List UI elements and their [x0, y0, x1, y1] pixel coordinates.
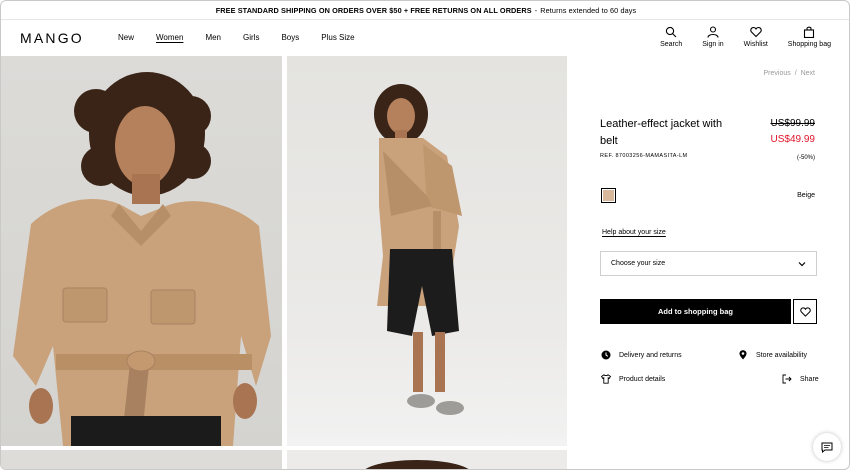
product-details-label: Product details [619, 375, 666, 383]
user-icon [707, 26, 719, 38]
add-to-wishlist-button[interactable] [793, 299, 817, 324]
site-header: MANGO New Women Men Girls Boys Plus Size… [1, 20, 849, 56]
announcement-extra: Returns extended to 60 days [540, 5, 637, 15]
main-nav: New Women Men Girls Boys Plus Size [118, 33, 377, 42]
tshirt-icon [601, 374, 611, 384]
header-utilities: Search Sign in Wishlist Shopping bag [640, 26, 831, 48]
chat-button[interactable] [813, 433, 841, 461]
discount-badge: (-50%) [796, 155, 815, 161]
heart-icon [749, 26, 762, 38]
model-full-body-illustration [374, 84, 464, 415]
clock-icon [601, 350, 611, 360]
share-link[interactable]: Share [782, 374, 819, 384]
delivery-returns-label: Delivery and returns [619, 351, 682, 359]
color-swatch-beige[interactable] [601, 188, 616, 203]
original-price: US$99.99 [770, 118, 815, 129]
next-link[interactable]: Next [801, 70, 815, 77]
mango-logo[interactable]: MANGO [20, 30, 84, 46]
product-reference: REF. 87003256-MAMASITA-LM [600, 153, 688, 159]
sale-price: US$49.99 [770, 134, 815, 145]
prev-next-navigation: Previous / Next [762, 70, 816, 77]
product-image-third[interactable] [1, 450, 282, 469]
browser-frame: FREE STANDARD SHIPPING ON ORDERS OVER $5… [0, 0, 850, 470]
store-availability-label: Store availability [756, 351, 807, 359]
search-label: Search [660, 41, 683, 48]
nav-men[interactable]: Men [205, 33, 221, 42]
nav-new[interactable]: New [118, 33, 134, 42]
selected-color-name: Beige [797, 192, 815, 199]
previous-link[interactable]: Previous [764, 70, 791, 77]
hair-partial-illustration [365, 460, 469, 469]
shopping-bag-button[interactable]: Shopping bag [788, 26, 831, 48]
delivery-returns-link[interactable]: Delivery and returns [601, 350, 682, 360]
wishlist-label: Wishlist [743, 41, 768, 48]
size-dropdown[interactable]: Choose your size [600, 251, 817, 276]
add-to-bag-button[interactable]: Add to shopping bag [600, 299, 791, 324]
product-title: Leather-effect jacket with belt [600, 118, 723, 147]
search-button[interactable]: Search [660, 26, 682, 48]
nav-plus-size[interactable]: Plus Size [321, 33, 354, 42]
sign-in-button[interactable]: Sign in [702, 26, 724, 48]
swatch-fill [603, 190, 614, 201]
size-placeholder: Choose your size [611, 260, 666, 267]
product-image-full-body[interactable] [287, 56, 567, 446]
product-image-front-closeup[interactable] [1, 56, 282, 446]
announcement-separator: - [534, 5, 538, 15]
model-closeup-illustration [13, 72, 271, 446]
location-pin-icon [739, 350, 747, 360]
announcement-main: FREE STANDARD SHIPPING ON ORDERS OVER $5… [215, 5, 532, 15]
prev-next-divider: / [794, 70, 797, 77]
product-image-fourth[interactable] [287, 450, 567, 469]
chat-icon [821, 442, 833, 453]
chevron-down-icon [798, 261, 806, 266]
size-help-link[interactable]: Help about your size [602, 229, 666, 236]
share-label: Share [800, 375, 819, 383]
product-details-link[interactable]: Product details [601, 374, 665, 384]
shopping-bag-label: Shopping bag [787, 41, 831, 48]
nav-boys[interactable]: Boys [281, 33, 299, 42]
share-icon [782, 374, 792, 384]
search-icon [666, 26, 677, 38]
heart-icon [799, 306, 811, 317]
store-availability-link[interactable]: Store availability [738, 350, 807, 360]
wishlist-button[interactable]: Wishlist [744, 26, 768, 48]
announcement-bar: FREE STANDARD SHIPPING ON ORDERS OVER $5… [1, 1, 849, 20]
sign-in-label: Sign in [702, 41, 724, 48]
nav-girls[interactable]: Girls [243, 33, 259, 42]
nav-women[interactable]: Women [156, 33, 183, 42]
bag-icon [804, 26, 815, 38]
product-gallery [1, 56, 567, 469]
